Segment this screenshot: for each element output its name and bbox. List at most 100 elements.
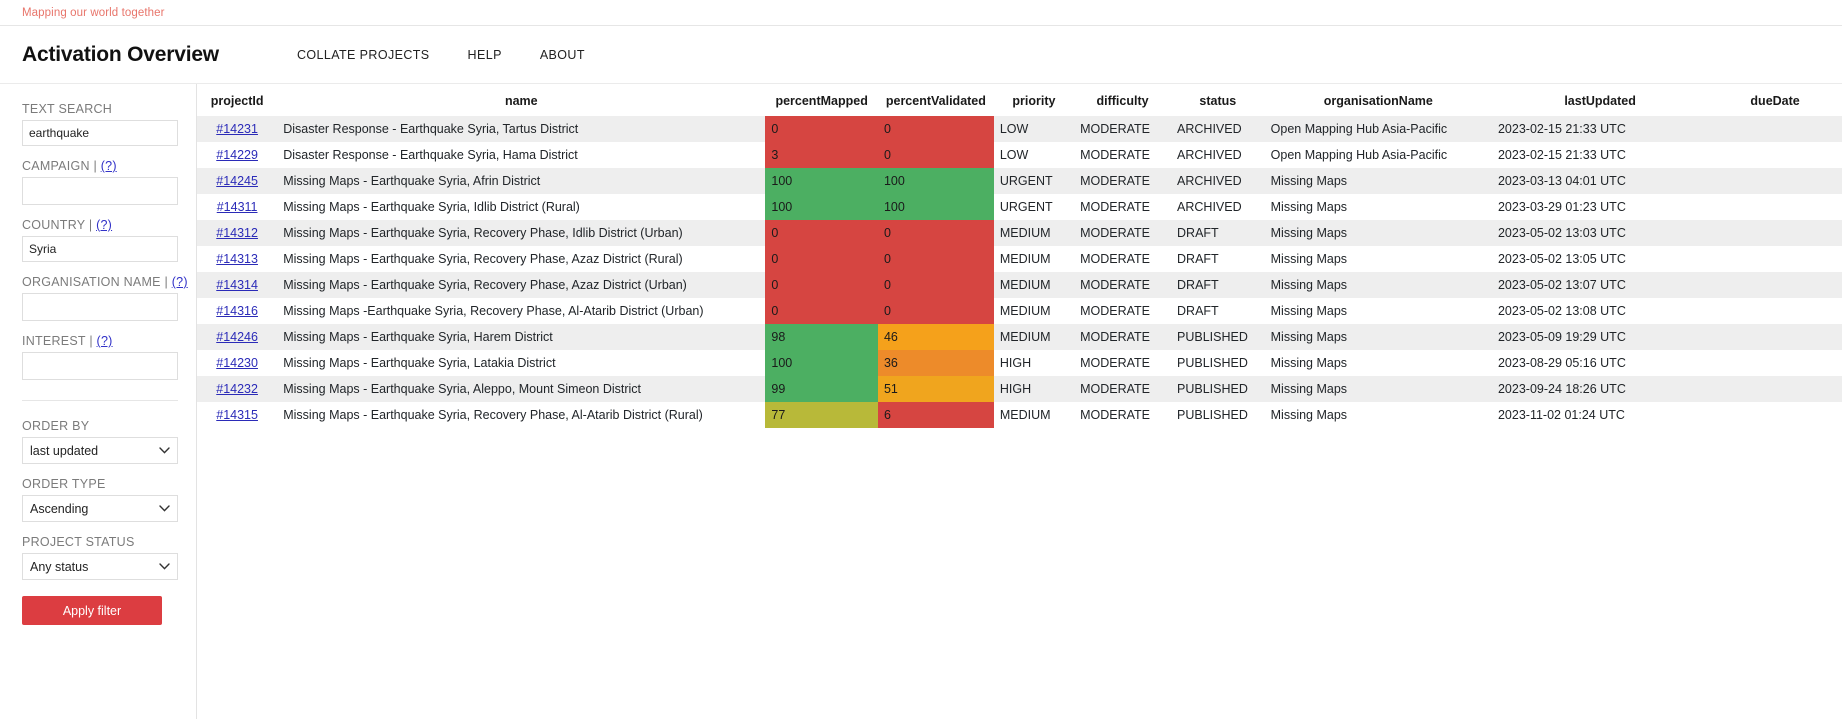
cell-organisation-name: Missing Maps — [1264, 324, 1492, 350]
column-header-percentvalidated[interactable]: percentValidated — [878, 84, 994, 116]
field-campaign: CAMPAIGN | (?) — [0, 159, 196, 205]
project-id-link[interactable]: #14315 — [216, 408, 258, 422]
masthead: Activation Overview COLLATE PROJECTS HEL… — [0, 26, 1842, 84]
cell-difficulty: MODERATE — [1074, 350, 1172, 376]
apply-filter-button[interactable]: Apply filter — [22, 596, 162, 625]
project-id-link[interactable]: #14313 — [216, 252, 258, 266]
project-id-link[interactable]: #14232 — [216, 382, 258, 396]
cell-percent-validated: 100 — [877, 168, 994, 194]
cell-status: PUBLISHED — [1171, 350, 1265, 376]
cell-percent-mapped: 100 — [765, 350, 878, 376]
project-id-link[interactable]: #14311 — [217, 200, 258, 214]
cell-due-date — [1708, 220, 1842, 246]
order-by-select[interactable]: last updated — [22, 437, 178, 464]
nav-help[interactable]: HELP — [468, 48, 502, 62]
campaign-input[interactable] — [22, 177, 178, 205]
project-id-link[interactable]: #14314 — [216, 278, 258, 292]
field-organisation-name: ORGANISATION NAME | (?) — [0, 275, 196, 321]
project-id-link[interactable]: #14231 — [216, 122, 258, 136]
cell-project-name: Disaster Response - Earthquake Syria, Ha… — [277, 142, 766, 168]
table-row: #14313 Missing Maps - Earthquake Syria, R… — [197, 246, 1842, 272]
cell-organisation-name: Missing Maps — [1264, 376, 1492, 402]
interest-input[interactable] — [22, 352, 178, 380]
cell-status: ARCHIVED — [1171, 116, 1265, 142]
project-status-label: PROJECT STATUS — [22, 535, 135, 549]
cell-percent-validated: 100 — [877, 194, 994, 220]
cell-percent-mapped: 0 — [765, 272, 878, 298]
project-status-value: Any status — [30, 559, 89, 574]
field-text-search: TEXT SEARCH — [0, 102, 196, 146]
text-search-label: TEXT SEARCH — [22, 102, 113, 116]
cell-difficulty: MODERATE — [1074, 142, 1172, 168]
cell-project-name: Missing Maps -Earthquake Syria, Recovery… — [277, 298, 766, 324]
nav-about[interactable]: ABOUT — [540, 48, 585, 62]
interest-help-link[interactable]: (?) — [97, 334, 113, 348]
country-help-link[interactable]: (?) — [96, 218, 112, 232]
cell-last-updated: 2023-03-13 04:01 UTC — [1491, 168, 1709, 194]
column-header-organisationname[interactable]: organisationName — [1265, 84, 1492, 116]
cell-percent-validated: 0 — [877, 116, 994, 142]
cell-project-name: Missing Maps - Earthquake Syria, Latakia… — [277, 350, 766, 376]
cell-percent-validated: 0 — [877, 220, 994, 246]
project-status-select[interactable]: Any status — [22, 553, 178, 580]
cell-percent-validated: 0 — [877, 142, 994, 168]
cell-percent-mapped: 77 — [765, 402, 878, 428]
field-order-type: ORDER TYPE Ascending — [0, 477, 196, 522]
cell-due-date — [1708, 376, 1842, 402]
cell-status: DRAFT — [1171, 220, 1265, 246]
interest-separator: | — [85, 334, 97, 348]
cell-project-name: Missing Maps - Earthquake Syria, Harem D… — [277, 324, 766, 350]
cell-percent-validated: 51 — [877, 376, 994, 402]
organisation-name-help-link[interactable]: (?) — [172, 275, 188, 289]
table-row: #14316 Missing Maps -Earthquake Syria, Re… — [197, 298, 1842, 324]
cell-organisation-name: Missing Maps — [1264, 298, 1492, 324]
search-input[interactable] — [22, 120, 178, 146]
campaign-help-link[interactable]: (?) — [101, 159, 117, 173]
order-type-select[interactable]: Ascending — [22, 495, 178, 522]
field-order-by: ORDER BY last updated — [0, 419, 196, 464]
country-separator: | — [85, 218, 97, 232]
cell-difficulty: MODERATE — [1074, 376, 1172, 402]
column-header-priority[interactable]: priority — [994, 84, 1074, 116]
column-header-status[interactable]: status — [1171, 84, 1265, 116]
cell-difficulty: MODERATE — [1074, 116, 1172, 142]
table-row: #14314 Missing Maps - Earthquake Syria, R… — [197, 272, 1842, 298]
column-header-projectid[interactable]: projectId — [197, 84, 277, 116]
cell-percent-validated: 6 — [877, 402, 994, 428]
cell-priority: LOW — [993, 116, 1075, 142]
nav-collate-projects[interactable]: COLLATE PROJECTS — [297, 48, 430, 62]
table-row: #14245 Missing Maps - Earthquake Syria, A… — [197, 168, 1842, 194]
project-id-link[interactable]: #14316 — [216, 304, 258, 318]
cell-priority: MEDIUM — [993, 324, 1075, 350]
cell-last-updated: 2023-11-02 01:24 UTC — [1491, 402, 1709, 428]
country-input[interactable] — [22, 236, 178, 262]
campaign-separator: | — [89, 159, 101, 173]
cell-status: ARCHIVED — [1171, 142, 1265, 168]
cell-priority: MEDIUM — [993, 220, 1075, 246]
project-id-link[interactable]: #14246 — [216, 330, 258, 344]
cell-percent-mapped: 100 — [765, 194, 878, 220]
column-header-name[interactable]: name — [277, 84, 765, 116]
cell-status: ARCHIVED — [1171, 194, 1265, 220]
cell-priority: URGENT — [993, 168, 1075, 194]
column-header-lastupdated[interactable]: lastUpdated — [1492, 84, 1708, 116]
project-id-link[interactable]: #14230 — [216, 356, 258, 370]
cell-status: DRAFT — [1171, 246, 1265, 272]
column-header-duedate[interactable]: dueDate — [1708, 84, 1842, 116]
cell-project-id: #14314 — [197, 272, 278, 298]
cell-due-date — [1708, 246, 1842, 272]
cell-percent-mapped: 0 — [765, 116, 878, 142]
country-label: COUNTRY | (?) — [22, 218, 178, 232]
column-header-percentmapped[interactable]: percentMapped — [765, 84, 878, 116]
organisation-name-input[interactable] — [22, 293, 178, 321]
cell-percent-mapped: 99 — [765, 376, 878, 402]
sidebar-divider — [22, 400, 178, 401]
cell-last-updated: 2023-05-02 13:08 UTC — [1491, 298, 1709, 324]
project-id-link[interactable]: #14312 — [216, 226, 258, 240]
column-header-difficulty[interactable]: difficulty — [1074, 84, 1171, 116]
page-body: TEXT SEARCH CAMPAIGN | (?) COUNTRY | (?)… — [0, 84, 1842, 719]
project-id-link[interactable]: #14245 — [216, 174, 258, 188]
cell-project-id: #14229 — [197, 142, 278, 168]
cell-project-id: #14315 — [197, 402, 278, 428]
project-id-link[interactable]: #14229 — [216, 148, 258, 162]
